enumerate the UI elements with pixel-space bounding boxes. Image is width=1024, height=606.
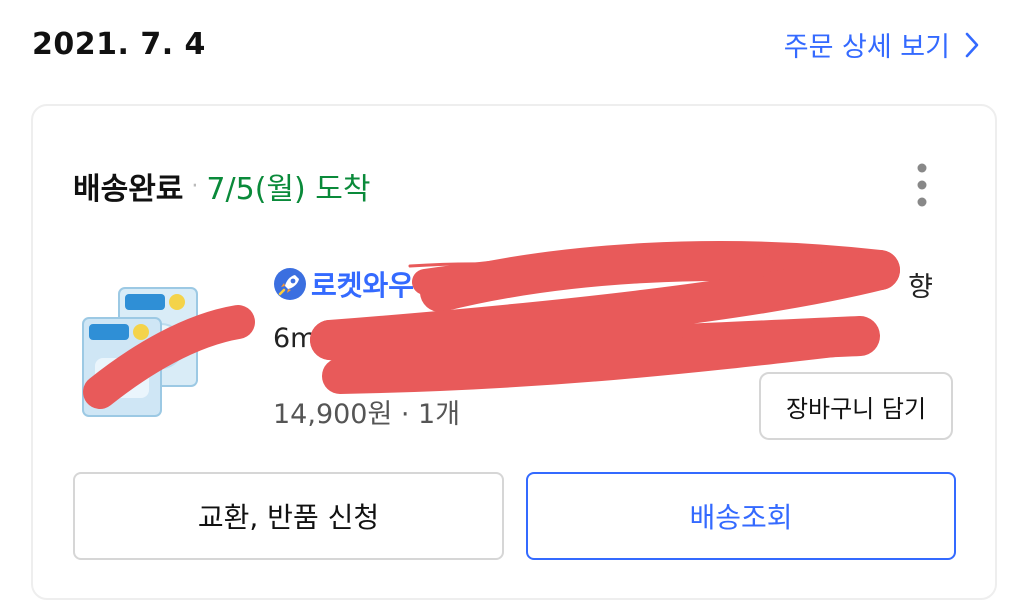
arrival-date: 7/5(월) 도착 <box>206 172 371 207</box>
more-vertical-icon[interactable] <box>915 162 929 208</box>
product-title-line1[interactable]: 로켓와우 패 향 <box>273 264 933 304</box>
rocket-wow-label: 로켓와우 <box>311 269 415 302</box>
product-option-end: 1세트 <box>791 323 859 354</box>
order-header: 2021. 7. 4 주문 상세 보기 <box>0 0 1024 100</box>
order-detail-label: 주문 상세 보기 <box>783 32 950 63</box>
shipment-status-row: 배송완료 · 7/5(월) 도착 <box>73 164 370 208</box>
product-option-text: 6ml x 2개입 + 상쾌한 <box>273 323 547 354</box>
delivery-status: 배송완료 <box>73 172 184 207</box>
product-title-line2[interactable]: 6ml x 2개입 + 상쾌한 1세트 <box>273 316 933 355</box>
product-title-end: 향 <box>908 271 933 303</box>
status-separator: · <box>191 173 199 199</box>
product-thumbnail[interactable] <box>81 284 201 418</box>
order-date: 2021. 7. 4 <box>32 27 206 62</box>
rocket-wow-badge: 로켓와우 <box>273 264 414 304</box>
order-detail-link[interactable]: 주문 상세 보기 <box>784 25 980 64</box>
add-to-cart-button[interactable]: 장바구니 담기 <box>759 372 953 440</box>
product-title-start: 패 <box>424 271 449 303</box>
track-delivery-button[interactable]: 배송조회 <box>526 472 956 560</box>
price-quantity: 14,900원 · 1개 <box>273 399 461 430</box>
chevron-right-icon <box>965 32 979 57</box>
order-card: 배송완료 · 7/5(월) 도착 로켓와우 패 향 6ml x 2개입 + 상쾌… <box>31 104 997 600</box>
product-info: 로켓와우 패 향 6ml x 2개입 + 상쾌한 1세트 <box>273 264 933 355</box>
rocket-icon <box>274 268 306 300</box>
exchange-return-button[interactable]: 교환, 반품 신청 <box>73 472 504 560</box>
